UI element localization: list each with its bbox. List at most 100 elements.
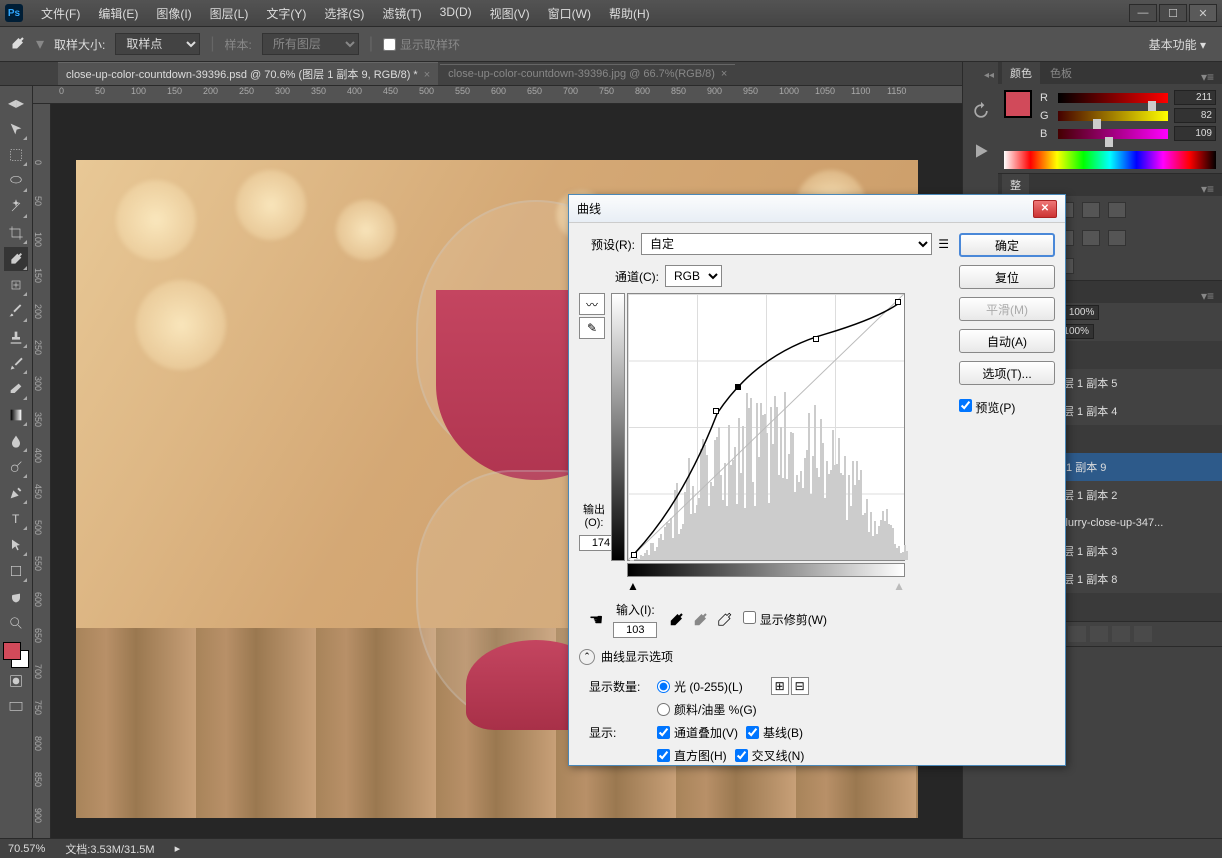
menu-item[interactable]: 文字(Y) (258, 2, 314, 25)
opacity-value[interactable]: 100% (1064, 305, 1100, 320)
pigment-radio[interactable]: 颜料/油墨 %(G) (657, 701, 757, 718)
move-tool[interactable] (4, 117, 28, 141)
doc-size[interactable]: 文档:3.53M/31.5M (65, 841, 154, 857)
adj-icon[interactable] (1108, 202, 1126, 218)
stamp-tool[interactable] (4, 325, 28, 349)
color-swatches[interactable] (3, 642, 29, 668)
panel-menu-icon[interactable]: ▾≡ (1197, 289, 1218, 303)
preview-checkbox[interactable]: 预览(P) (959, 399, 1055, 416)
tab-color[interactable]: 颜色 (1002, 62, 1040, 84)
close-button[interactable]: ✕ (1189, 4, 1217, 22)
color-spectrum[interactable] (1004, 151, 1216, 169)
intersection-checkbox[interactable]: 交叉线(N) (735, 747, 805, 764)
brush-tool[interactable] (4, 299, 28, 323)
r-value[interactable]: 211 (1174, 90, 1216, 105)
eyedropper-tool[interactable] (4, 247, 28, 271)
new-layer-icon[interactable] (1112, 626, 1130, 642)
workspace-switcher[interactable]: 基本功能 ▾ (1141, 34, 1214, 55)
white-slider-icon[interactable]: ▲ (893, 579, 905, 593)
auto-button[interactable]: 自动(A) (959, 329, 1055, 353)
sample-size-select[interactable]: 取样点 (115, 33, 200, 55)
adj-icon[interactable] (1108, 230, 1126, 246)
wand-tool[interactable] (4, 195, 28, 219)
baseline-checkbox[interactable]: 基线(B) (746, 724, 803, 741)
b-value[interactable]: 109 (1174, 126, 1216, 141)
grid-small-icon[interactable]: ⊞ (771, 677, 789, 695)
options-button[interactable]: 选项(T)... (959, 361, 1055, 385)
marquee-tool[interactable] (4, 143, 28, 167)
sample-select[interactable]: 所有图层 (262, 33, 359, 55)
menu-item[interactable]: 窗口(W) (540, 2, 599, 25)
reset-button[interactable]: 复位 (959, 265, 1055, 289)
g-value[interactable]: 82 (1174, 108, 1216, 123)
panel-menu-icon[interactable]: ▾≡ (1197, 70, 1218, 84)
panel-menu-icon[interactable]: ▾≡ (1197, 182, 1218, 196)
ruler-vertical[interactable]: 0501001502002503003504004505005506006507… (33, 104, 51, 838)
blur-tool[interactable] (4, 429, 28, 453)
channel-select[interactable]: RGB (665, 265, 722, 287)
menu-item[interactable]: 文件(F) (33, 2, 88, 25)
type-tool[interactable]: T (4, 507, 28, 531)
menu-item[interactable]: 滤镜(T) (374, 2, 429, 25)
adjustment-icon[interactable] (1068, 626, 1086, 642)
screenmode-tool[interactable] (4, 695, 28, 719)
dodge-tool[interactable] (4, 455, 28, 479)
menu-item[interactable]: 帮助(H) (601, 2, 658, 25)
channel-overlay-checkbox[interactable]: 通道叠加(V) (657, 724, 738, 741)
gradient-tool[interactable] (4, 403, 28, 427)
adj-icon[interactable] (1082, 230, 1100, 246)
curve-draw-icon[interactable]: 〰 (579, 293, 605, 315)
white-eyedropper-icon[interactable] (715, 611, 733, 629)
ok-button[interactable]: 确定 (959, 233, 1055, 257)
menu-item[interactable]: 图层(L) (202, 2, 257, 25)
dialog-titlebar[interactable]: 曲线 ✕ (569, 195, 1065, 223)
path-select-tool[interactable] (4, 533, 28, 557)
smooth-button[interactable]: 平滑(M) (959, 297, 1055, 321)
history-brush-tool[interactable] (4, 351, 28, 375)
trash-icon[interactable] (1134, 626, 1152, 642)
tab-toggle-icon[interactable]: ◂▸ (4, 91, 28, 115)
maximize-button[interactable]: ☐ (1159, 4, 1187, 22)
input-value[interactable] (613, 622, 657, 638)
status-arrow-icon[interactable]: ▸ (175, 842, 181, 855)
menu-item[interactable]: 编辑(E) (90, 2, 146, 25)
document-tab-active[interactable]: close-up-color-countdown-39396.psd @ 70.… (58, 62, 438, 85)
target-adjust-icon[interactable]: ☚ (589, 610, 603, 630)
adj-icon[interactable] (1082, 202, 1100, 218)
close-icon[interactable]: × (721, 68, 727, 80)
preset-menu-icon[interactable]: ☰ (938, 237, 949, 251)
zoom-level[interactable]: 70.57% (8, 843, 45, 855)
chevron-icon[interactable]: ◂◂ (984, 70, 994, 81)
light-radio[interactable]: 光 (0-255)(L) (657, 678, 743, 695)
pen-tool[interactable] (4, 481, 28, 505)
heal-tool[interactable] (4, 273, 28, 297)
color-preview[interactable] (1004, 90, 1032, 118)
shape-tool[interactable] (4, 559, 28, 583)
collapse-icon[interactable]: ⌃ (579, 649, 595, 665)
gray-eyedropper-icon[interactable] (691, 611, 709, 629)
black-slider-icon[interactable]: ▲ (627, 579, 639, 593)
r-slider[interactable] (1058, 93, 1168, 103)
g-slider[interactable] (1058, 111, 1168, 121)
tab-swatches[interactable]: 色板 (1042, 62, 1080, 84)
preset-select[interactable]: 自定 (641, 233, 932, 255)
show-clip-checkbox[interactable]: 显示修剪(W) (743, 611, 827, 628)
quickmask-tool[interactable] (4, 669, 28, 693)
group-icon[interactable] (1090, 626, 1108, 642)
close-icon[interactable]: × (424, 69, 430, 81)
histogram-checkbox[interactable]: 直方图(H) (657, 747, 727, 764)
menu-item[interactable]: 图像(I) (148, 2, 199, 25)
play-icon[interactable] (971, 141, 991, 161)
menu-item[interactable]: 选择(S) (316, 2, 372, 25)
history-icon[interactable] (971, 101, 991, 121)
crop-tool[interactable] (4, 221, 28, 245)
tab-adjustments[interactable]: 整 (1002, 174, 1029, 196)
hand-tool[interactable] (4, 585, 28, 609)
minimize-button[interactable]: — (1129, 4, 1157, 22)
curves-graph[interactable] (627, 293, 905, 561)
menu-item[interactable]: 3D(D) (432, 2, 480, 25)
eraser-tool[interactable] (4, 377, 28, 401)
show-ring-checkbox[interactable]: 显示取样环 (383, 36, 460, 53)
curve-pencil-icon[interactable]: ✎ (579, 317, 605, 339)
document-tab[interactable]: close-up-color-countdown-39396.jpg @ 66.… (440, 64, 735, 83)
